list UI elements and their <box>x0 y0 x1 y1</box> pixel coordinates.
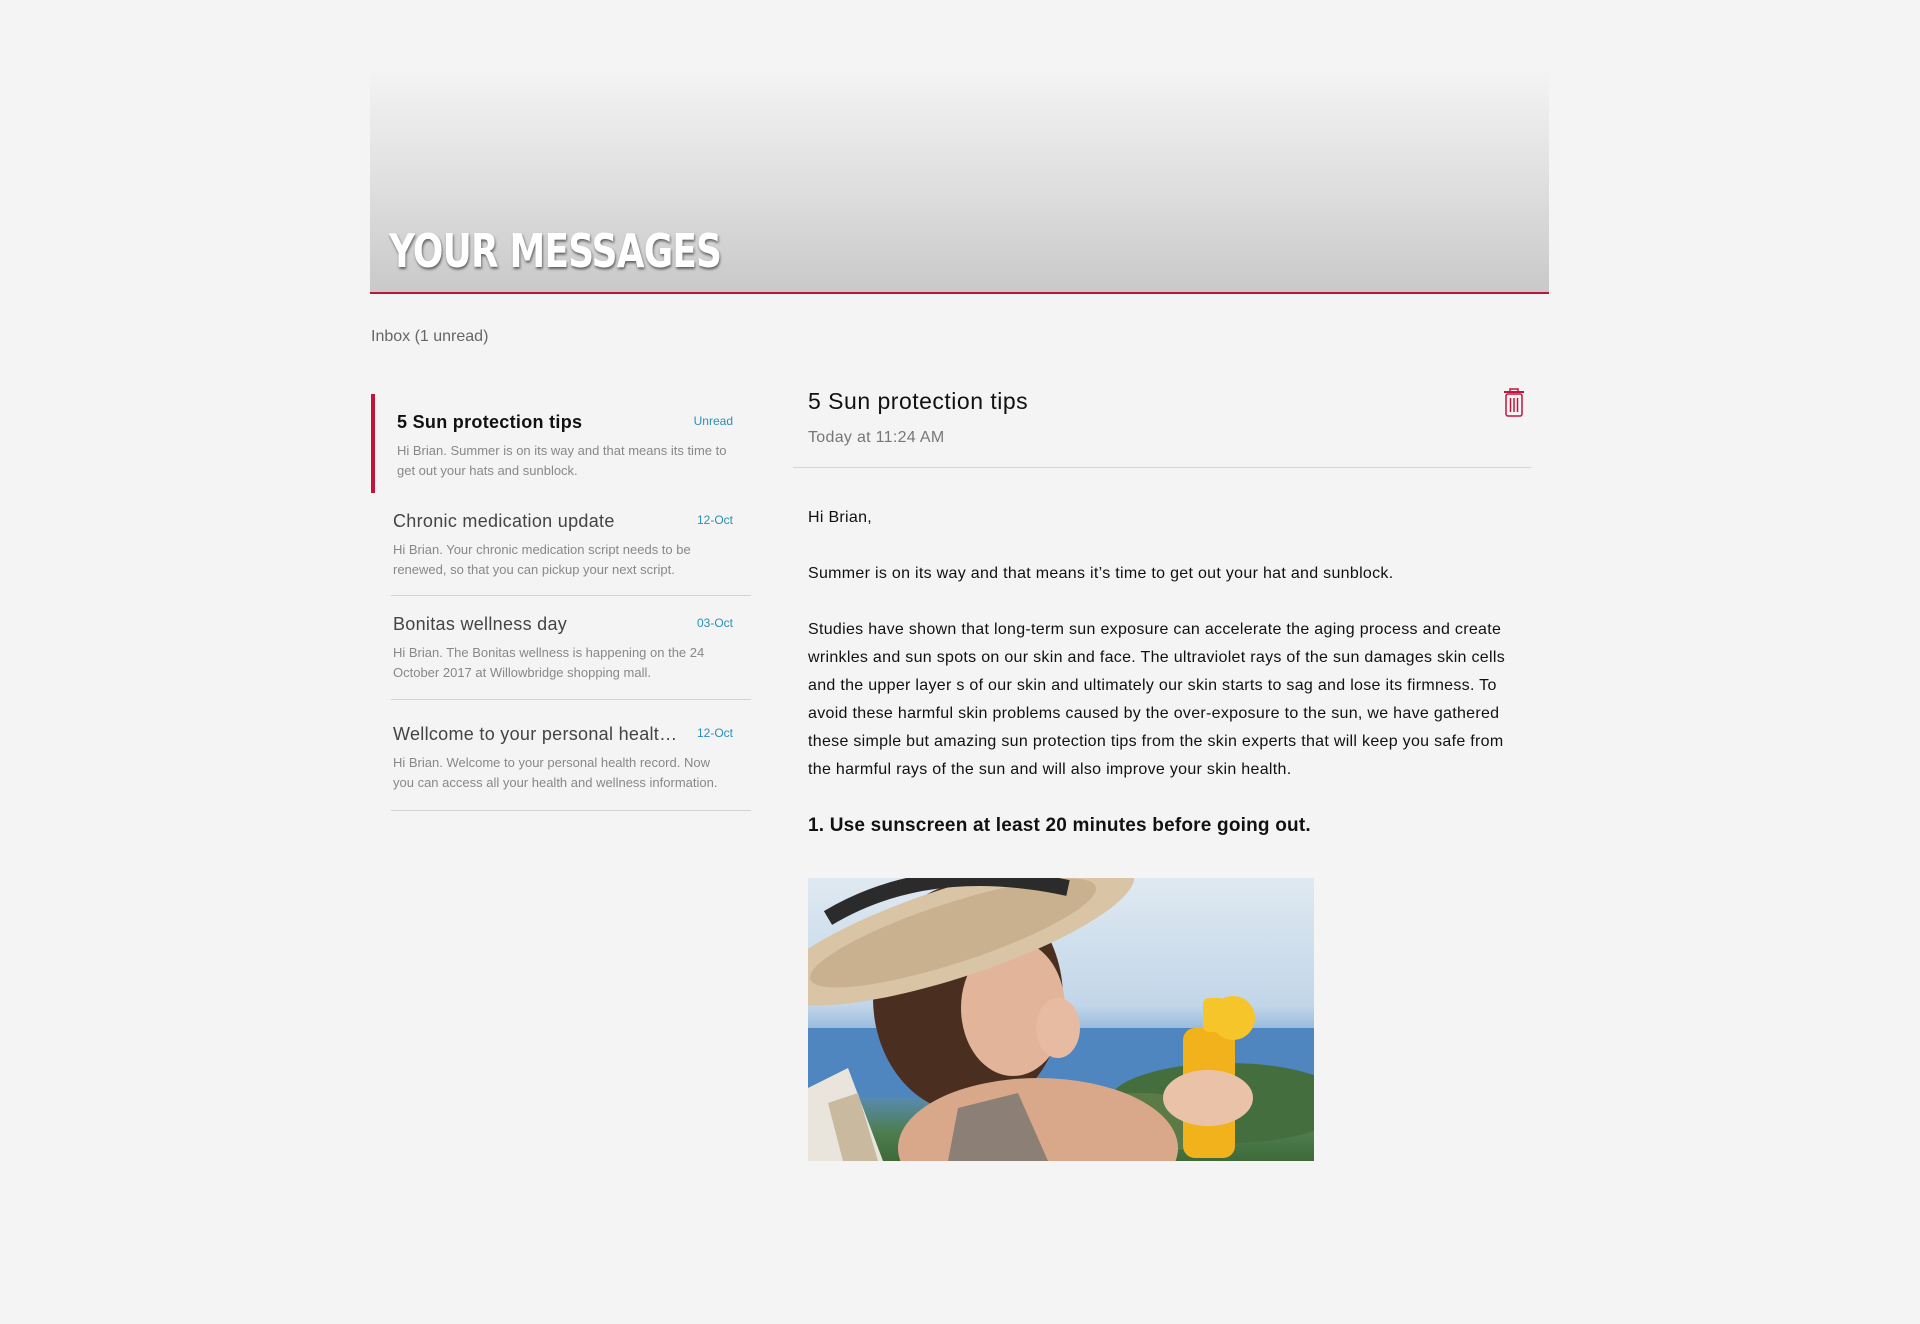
message-detail-header: 5 Sun protection tips Today at 11:24 AM <box>793 380 1531 468</box>
message-detail-title: 5 Sun protection tips <box>808 388 1029 414</box>
tip-heading: 1. Use sunscreen at least 20 minutes bef… <box>808 815 1311 836</box>
message-item-sun-protection[interactable]: 5 Sun protection tips Unread Hi Brian. S… <box>371 394 751 493</box>
message-subject: Chronic medication update <box>393 511 615 531</box>
message-date: 12-Oct <box>696 726 733 740</box>
message-subject: Bonitas wellness day <box>393 614 568 634</box>
woman-applying-sunscreen-illustration <box>808 878 1314 1161</box>
sun-protection-photo <box>808 878 1314 1161</box>
page-title: YOUR MESSAGES <box>389 224 722 278</box>
message-item-welcome[interactable]: Wellcome to your personal health record … <box>391 700 751 811</box>
message-paragraph: Summer is on its way and that means it’s… <box>808 565 1394 582</box>
message-item-chronic-medication[interactable]: Chronic medication update 12-Oct Hi Bria… <box>391 493 751 596</box>
message-preview: Hi Brian. Welcome to your personal healt… <box>393 755 718 790</box>
message-greeting: Hi Brian, <box>808 509 873 526</box>
message-subject: Wellcome to your personal health record <box>393 724 678 744</box>
message-date: 03-Oct <box>696 616 733 630</box>
unread-badge: Unread <box>693 414 733 428</box>
message-subject: 5 Sun protection tips <box>397 412 583 432</box>
page-header-banner: YOUR MESSAGES <box>370 68 1549 294</box>
message-date: 12-Oct <box>696 513 733 527</box>
message-list: 5 Sun protection tips Unread Hi Brian. S… <box>371 394 751 811</box>
message-detail-date: Today at 11:24 AM <box>808 429 945 446</box>
message-preview: Hi Brian. The Bonitas wellness is happen… <box>393 645 705 680</box>
trash-icon <box>1504 388 1524 417</box>
message-item-wellness-day[interactable]: Bonitas wellness day 03-Oct Hi Brian. Th… <box>391 596 751 700</box>
message-preview: Hi Brian. Your chronic medication script… <box>393 542 691 577</box>
message-paragraph: Studies have shown that long-term sun ex… <box>808 621 1505 778</box>
message-body: Hi Brian, Summer is on its way and that … <box>793 468 1531 1161</box>
delete-button[interactable] <box>1503 388 1525 418</box>
message-preview: Hi Brian. Summer is on its way and that … <box>397 443 727 478</box>
message-detail: 5 Sun protection tips Today at 11:24 AM … <box>793 380 1531 1161</box>
inbox-label: Inbox (1 unread) <box>371 328 489 345</box>
